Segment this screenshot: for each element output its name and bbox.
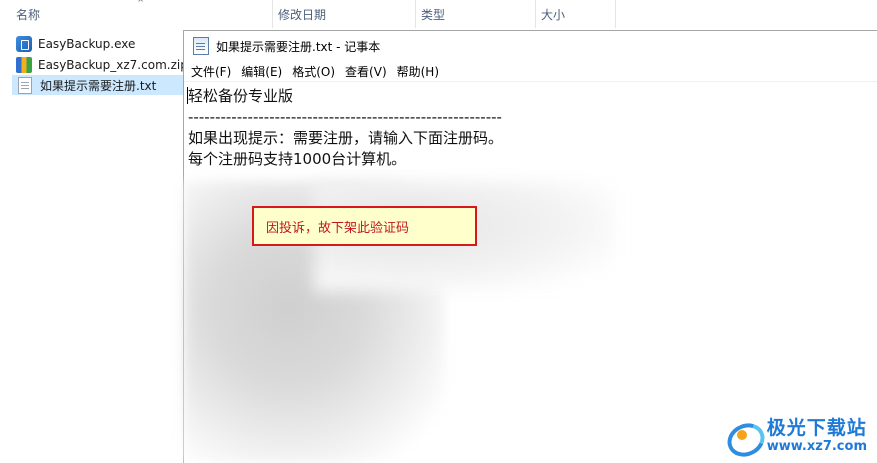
- menu-bar: 文件(F) 编辑(E) 格式(O) 查看(V) 帮助(H): [184, 61, 877, 82]
- site-watermark: 极光下载站 www.xz7.com: [723, 418, 867, 454]
- menu-file[interactable]: 文件(F): [186, 63, 236, 80]
- exe-file-icon: [16, 36, 32, 52]
- watermark-brand: 极光下载站: [766, 417, 867, 439]
- column-name-header[interactable]: 名称: [16, 6, 40, 23]
- text-caret: [187, 87, 188, 104]
- takedown-notice: 因投诉，故下架此验证码: [252, 206, 477, 246]
- editor-line: 每个注册码支持1000台计算机。: [188, 150, 407, 168]
- file-list-header: 名称 ⌃ 修改日期 类型 大小: [0, 0, 877, 28]
- column-divider[interactable]: [535, 0, 536, 28]
- editor-line: 轻松备份专业版: [188, 87, 294, 105]
- notepad-window: 如果提示需要注册.txt - 记事本 文件(F) 编辑(E) 格式(O) 查看(…: [183, 30, 877, 463]
- editor-line: ----------------------------------------…: [188, 108, 502, 126]
- chevron-up-icon: ⌃: [136, 0, 146, 10]
- aurora-logo-icon: [723, 418, 763, 454]
- notepad-icon: [193, 37, 209, 55]
- text-file-icon: [18, 76, 32, 94]
- menu-view[interactable]: 查看(V): [340, 63, 392, 80]
- menu-format[interactable]: 格式(O): [287, 63, 340, 80]
- file-name: EasyBackup.exe: [38, 37, 136, 51]
- column-modified-header[interactable]: 修改日期: [278, 6, 326, 23]
- text-editor[interactable]: 轻松备份专业版 --------------------------------…: [184, 82, 877, 170]
- editor-line: 如果出现提示：需要注册，请输入下面注册码。: [188, 129, 504, 147]
- column-divider[interactable]: [615, 0, 616, 28]
- menu-edit[interactable]: 编辑(E): [236, 63, 287, 80]
- notice-text: 因投诉，故下架此验证码: [266, 220, 410, 236]
- file-row-exe[interactable]: EasyBackup.exe: [12, 34, 184, 54]
- column-size-header[interactable]: 大小: [541, 6, 565, 23]
- notepad-titlebar[interactable]: 如果提示需要注册.txt - 记事本: [184, 31, 877, 61]
- watermark-url: www.xz7.com: [766, 439, 867, 454]
- window-title: 如果提示需要注册.txt - 记事本: [216, 39, 381, 54]
- menu-help[interactable]: 帮助(H): [392, 63, 444, 80]
- watermark-text: 极光下载站 www.xz7.com: [766, 417, 867, 454]
- column-type-header[interactable]: 类型: [421, 6, 445, 23]
- file-name: 如果提示需要注册.txt: [40, 78, 157, 93]
- file-row-txt[interactable]: 如果提示需要注册.txt: [12, 75, 184, 95]
- column-divider[interactable]: [415, 0, 416, 28]
- file-name: EasyBackup_xz7.com.zip: [38, 58, 188, 72]
- file-row-zip[interactable]: EasyBackup_xz7.com.zip: [12, 55, 188, 75]
- zip-archive-icon: [16, 57, 32, 73]
- column-divider[interactable]: [272, 0, 273, 28]
